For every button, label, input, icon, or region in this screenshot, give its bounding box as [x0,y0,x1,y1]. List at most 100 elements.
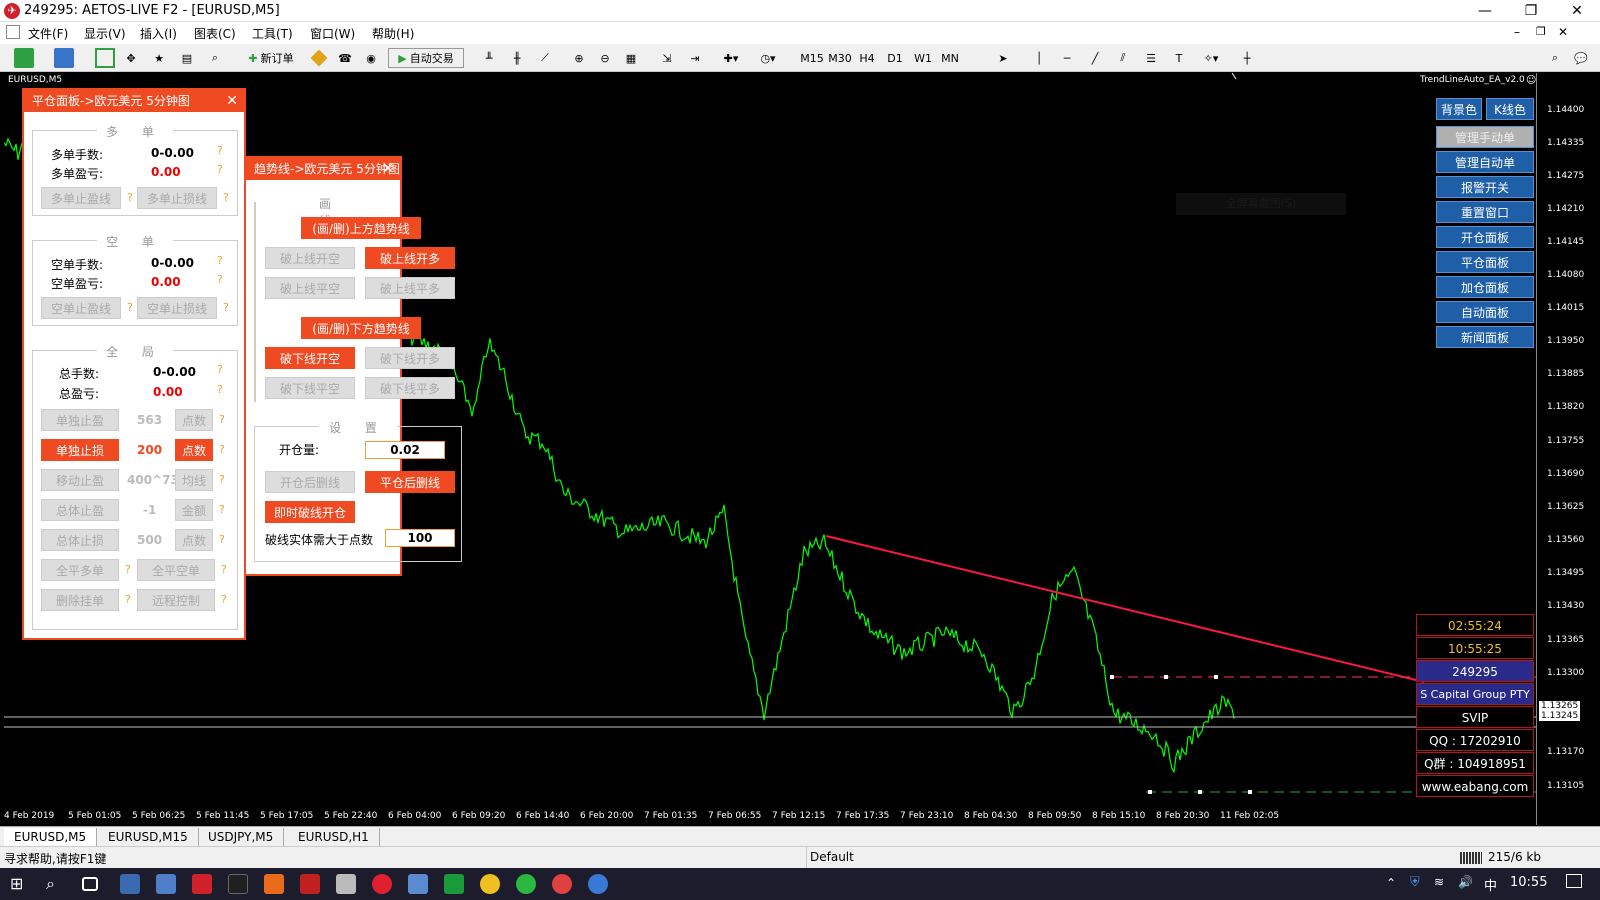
add-position-panel-button[interactable]: 加仓面板 [1436,276,1534,298]
break-upper-open-short-button[interactable]: 破上线开空 [265,247,355,269]
candle-color-button[interactable]: K线色 [1486,98,1534,120]
taskbar-app-13-icon[interactable] [588,874,608,894]
strategy-tester-icon[interactable]: ⌕ [204,48,226,68]
break-lower-close-short-button[interactable]: 破下线平空 [265,377,355,399]
tab-usdjpy-m5[interactable]: USDJPY,M5 [198,828,285,846]
break-lower-open-long-button[interactable]: 破下线开多 [365,347,455,369]
background-color-button[interactable]: 背景色 [1436,98,1482,120]
zoom-out-icon[interactable]: ⊖ [594,48,616,68]
close-all-long-button[interactable]: 全平多单 [41,559,119,581]
new-order-button[interactable]: ✚ 新订单 [240,48,302,68]
taskbar-app-7-icon[interactable] [372,874,392,894]
break-body-input[interactable]: 100 [385,529,455,547]
close-panel-close-icon[interactable]: ✕ [226,90,238,112]
tray-volume-icon[interactable]: 🔊 [1458,875,1473,889]
sl-handle-left[interactable] [1110,675,1114,679]
taskbar-app-8-icon[interactable] [408,874,428,894]
signals-icon[interactable]: ☎ [334,48,356,68]
minimize-button[interactable]: — [1462,0,1508,22]
tp-handle-left[interactable] [1148,790,1152,794]
remote-control-button[interactable]: 远程控制 [137,589,215,611]
profiles-icon[interactable] [48,48,80,68]
long-tp-line-button[interactable]: 多单止盈线 [41,187,121,209]
total-sl-help-icon[interactable]: ? [219,533,225,546]
chart-menu-icon[interactable] [6,25,20,39]
total-sl-button[interactable]: 总体止损 [41,529,119,551]
delete-after-open-button[interactable]: 开仓后删线 [265,471,355,493]
draw-upper-trendline-button[interactable]: (画/删)上方趋势线 [301,217,421,239]
taskbar-wechat-icon[interactable] [516,874,536,894]
break-upper-open-long-button[interactable]: 破上线开多 [365,247,455,269]
close-panel-title-bar[interactable]: 平仓面板->欧元美元 5分钟图 ✕ [24,90,244,112]
taskbar-app-2-icon[interactable] [156,874,176,894]
indicators-icon[interactable]: ✚▾ [716,48,746,68]
instant-break-open-button[interactable]: 即时破线开仓 [265,501,355,523]
task-view-icon[interactable] [82,877,98,891]
trendline-icon[interactable]: ╱ [1084,48,1106,68]
taskbar-mt4-icon[interactable] [192,874,212,894]
chart-shift-icon[interactable]: ⇥ [684,48,706,68]
close-panel-button[interactable]: 平仓面板 [1436,251,1534,273]
taskbar-app-6-icon[interactable] [336,874,356,894]
line-chart-icon[interactable]: ⟋ [534,48,556,68]
tf-mn-button[interactable]: MN [938,48,962,68]
taskbar-app-9-icon[interactable] [444,874,464,894]
menu-help[interactable]: 帮助(H) [372,25,414,42]
single-tp-help-icon[interactable]: ? [219,413,225,426]
trendline-panel-title-bar[interactable]: 趋势线->欧元美元 5分钟图 ✕ [246,158,400,180]
short-tp-help-icon[interactable]: ? [127,301,133,314]
total-lots-help-icon[interactable]: ? [217,363,223,376]
alert-toggle-button[interactable]: 报警开关 [1436,176,1534,198]
metaeditor-icon[interactable] [308,48,330,68]
menu-tools[interactable]: 工具(T) [252,25,293,42]
tray-up-arrow-icon[interactable]: ⌃ [1386,876,1396,890]
delete-pending-button[interactable]: 删除挂单 [41,589,119,611]
single-sl-button[interactable]: 单独止损 [41,439,119,461]
chat-icon[interactable]: 💬 [1570,48,1592,68]
tray-wifi-icon[interactable]: ≋ [1434,875,1444,889]
arrows-icon[interactable]: ✧▾ [1196,48,1226,68]
taskbar-app-12-icon[interactable] [552,874,572,894]
mdi-minimize-icon[interactable]: – [1514,25,1520,39]
trendline-panel-close-icon[interactable]: ✕ [382,158,394,180]
taskbar-xm-icon[interactable] [228,874,248,894]
tab-eurusd-m5[interactable]: EURUSD,M5 [4,828,98,846]
data-window-icon[interactable]: ✥ [120,48,142,68]
fibonacci-icon[interactable]: ☰ [1140,48,1162,68]
total-profit-help-icon[interactable]: ? [217,383,223,396]
taskbar-clock[interactable]: 10:55 [1510,875,1547,890]
market-watch-icon[interactable] [94,48,116,68]
remote-control-help-icon[interactable]: ? [221,593,227,606]
total-sl-unit-button[interactable]: 点数 [175,529,213,551]
sl-handle-mid[interactable] [1164,675,1168,679]
taskbar-app-5-icon[interactable] [300,874,320,894]
short-lots-help-icon[interactable]: ? [217,254,223,267]
mdi-close-icon[interactable]: ✕ [1558,25,1568,39]
total-tp-help-icon[interactable]: ? [219,503,225,516]
tf-w1-button[interactable]: W1 [912,48,934,68]
trailing-tp-value[interactable]: 400^73 [127,473,179,487]
break-lower-close-long-button[interactable]: 破下线平多 [365,377,455,399]
long-sl-line-button[interactable]: 多单止损线 [137,187,217,209]
tp-handle-right[interactable] [1248,790,1252,794]
short-profit-help-icon[interactable]: ? [217,273,223,286]
long-profit-help-icon[interactable]: ? [217,163,223,176]
delete-pending-help-icon[interactable]: ? [125,593,131,606]
break-upper-close-long-button[interactable]: 破上线平多 [365,277,455,299]
mdi-restore-icon[interactable]: ❐ [1536,25,1546,38]
periods-icon[interactable]: ◷▾ [752,48,784,68]
terminal-icon[interactable]: ▤ [176,48,198,68]
new-chart-icon[interactable] [8,48,40,68]
channel-icon[interactable]: ⫽ [1112,48,1134,68]
close-all-short-button[interactable]: 全平空单 [137,559,215,581]
tab-eurusd-m15[interactable]: EURUSD,M15 [98,828,199,846]
tab-eurusd-h1[interactable]: EURUSD,H1 [288,828,380,846]
single-sl-help-icon[interactable]: ? [219,443,225,456]
tf-m15-button[interactable]: M15 [800,48,824,68]
close-all-short-help-icon[interactable]: ? [221,563,227,576]
news-panel-button[interactable]: 新闻面板 [1436,326,1534,348]
menu-insert[interactable]: 插入(I) [140,25,177,42]
lot-size-input[interactable]: 0.02 [365,441,445,459]
taskbar-app-1-icon[interactable] [120,874,140,894]
trendline[interactable] [825,535,1425,683]
